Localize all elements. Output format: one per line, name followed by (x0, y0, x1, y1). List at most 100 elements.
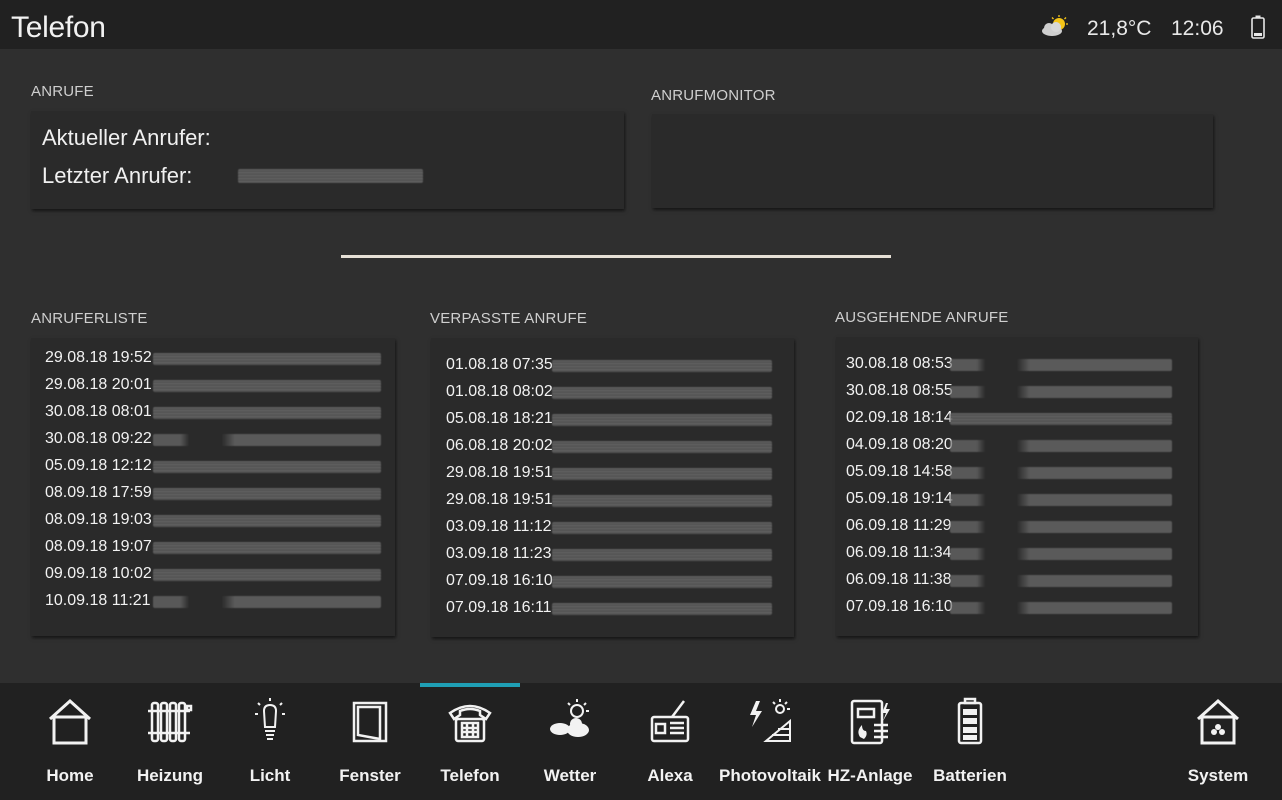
section-label-anruferliste: ANRUFERLISTE (31, 310, 148, 327)
light-bulb-icon (255, 698, 285, 740)
verpasste-anrufe-panel[interactable]: 01.08.18 07:35 01.08.18 08:02 05.08.18 18:… (431, 338, 794, 637)
call-datetime: 07.09.18 16:11 (446, 599, 552, 616)
list-item[interactable]: 07.09.18 16:10 (836, 598, 1198, 620)
caller-redacted (552, 360, 772, 372)
caller-redacted (950, 494, 1172, 506)
telephone-icon (448, 704, 492, 743)
battery-icon (1251, 15, 1265, 39)
list-item[interactable]: 05.09.18 12:12 (31, 457, 395, 479)
list-item[interactable]: 29.08.18 20:01 (31, 376, 395, 398)
list-item[interactable]: 30.08.18 08:53 (836, 355, 1198, 377)
caller-redacted (552, 576, 772, 588)
list-item[interactable]: 07.09.18 16:11 (431, 599, 794, 621)
call-datetime: 30.08.18 08:55 (846, 382, 953, 399)
list-item[interactable]: 30.08.18 09:22 (31, 430, 395, 452)
caller-redacted (950, 467, 1172, 479)
system-house-icon (1196, 698, 1240, 745)
battery-icon (957, 697, 983, 745)
caller-redacted (950, 413, 1172, 425)
list-item[interactable]: 30.08.18 08:55 (836, 382, 1198, 404)
call-datetime: 04.09.18 08:20 (846, 436, 953, 453)
call-datetime: 29.08.18 19:51 (446, 491, 553, 508)
divider (341, 255, 891, 258)
list-item[interactable]: 08.09.18 19:07 (31, 538, 395, 560)
call-datetime: 08.09.18 17:59 (45, 484, 152, 501)
list-item[interactable]: 01.08.18 07:35 (431, 356, 794, 378)
section-label-verpasste: VERPASSTE ANRUFE (430, 310, 588, 327)
list-item[interactable]: 01.08.18 08:02 (431, 383, 794, 405)
call-datetime: 08.09.18 19:07 (45, 538, 152, 555)
caller-redacted (153, 434, 381, 446)
list-item[interactable]: 06.09.18 11:34 (836, 544, 1198, 566)
call-datetime: 29.08.18 19:51 (446, 464, 553, 481)
caller-redacted (950, 602, 1172, 614)
anruferliste-panel[interactable]: 29.08.18 19:52 29.08.18 20:01 30.08.18 08:… (31, 338, 395, 636)
list-item[interactable]: 29.08.18 19:51 (431, 491, 794, 513)
call-datetime: 05.09.18 19:14 (846, 490, 953, 507)
list-item[interactable]: 10.09.18 11:21 (31, 592, 395, 614)
caller-redacted (153, 515, 381, 527)
call-datetime: 06.09.18 11:38 (846, 571, 952, 588)
call-datetime: 29.08.18 19:52 (45, 349, 152, 366)
list-item[interactable]: 29.08.18 19:52 (31, 349, 395, 371)
call-datetime: 08.09.18 19:03 (45, 511, 152, 528)
anrufe-panel: Aktueller Anrufer: Letzter Anrufer: (31, 111, 624, 209)
clock: 12:06 (1171, 17, 1224, 40)
caller-redacted (950, 386, 1172, 398)
call-datetime: 30.08.18 09:22 (45, 430, 152, 447)
list-item[interactable]: 30.08.18 08:01 (31, 403, 395, 425)
list-item[interactable]: 04.09.18 08:20 (836, 436, 1198, 458)
list-item[interactable]: 03.09.18 11:23 (431, 545, 794, 567)
caller-redacted (950, 575, 1172, 587)
list-item[interactable]: 06.09.18 11:38 (836, 571, 1198, 593)
list-item[interactable]: 03.09.18 11:12 (431, 518, 794, 540)
list-item[interactable]: 06.09.18 11:29 (836, 517, 1198, 539)
bottom-navigation: Home Heizung Licht Fenster Telefon Wette… (0, 683, 1282, 800)
last-caller-label: Letzter Anrufer: (42, 163, 193, 188)
call-datetime: 01.08.18 07:35 (446, 356, 553, 373)
nav-system[interactable]: System (1168, 683, 1268, 800)
call-datetime: 06.09.18 11:29 (846, 517, 952, 534)
call-datetime: 03.09.18 11:23 (446, 545, 552, 562)
caller-redacted (552, 549, 772, 561)
list-item[interactable]: 05.08.18 18:21 (431, 410, 794, 432)
caller-redacted (153, 488, 381, 500)
radio-icon (650, 700, 690, 743)
caller-redacted (153, 353, 381, 365)
caller-redacted (153, 596, 381, 608)
anrufmonitor-panel (652, 114, 1213, 208)
list-item[interactable]: 02.09.18 18:14 (836, 409, 1198, 431)
list-item[interactable]: 29.08.18 19:51 (431, 464, 794, 486)
section-label-ausgehende: AUSGEHENDE ANRUFE (835, 309, 1009, 326)
caller-redacted (552, 522, 772, 534)
call-datetime: 05.08.18 18:21 (446, 410, 553, 427)
weather-icon (550, 699, 589, 737)
list-item[interactable]: 05.09.18 14:58 (836, 463, 1198, 485)
ausgehende-anrufe-panel[interactable]: 30.08.18 08:53 30.08.18 08:55 02.09.18 18:… (836, 337, 1198, 636)
partly-cloudy-icon (1042, 15, 1068, 36)
section-label-anrufe: ANRUFE (31, 83, 94, 100)
nav-system-label: System (1187, 766, 1249, 785)
caller-redacted (950, 359, 1172, 371)
current-caller-label: Aktueller Anrufer: (42, 125, 211, 150)
list-item[interactable]: 06.08.18 20:02 (431, 437, 794, 459)
caller-redacted (950, 521, 1172, 533)
list-item[interactable]: 08.09.18 19:03 (31, 511, 395, 533)
list-item[interactable]: 07.09.18 16:10 (431, 572, 794, 594)
call-datetime: 09.09.18 10:02 (45, 565, 152, 582)
list-item[interactable]: 08.09.18 17:59 (31, 484, 395, 506)
section-label-anrufmonitor: ANRUFMONITOR (651, 87, 776, 104)
page-title: Telefon (11, 11, 106, 44)
caller-redacted (552, 387, 772, 399)
list-item[interactable]: 05.09.18 19:14 (836, 490, 1198, 512)
call-datetime: 30.08.18 08:53 (846, 355, 953, 372)
heating-system-icon (850, 699, 890, 745)
nav-batterien[interactable]: Batterien (920, 683, 1020, 800)
list-item[interactable]: 09.09.18 10:02 (31, 565, 395, 587)
call-datetime: 02.09.18 18:14 (846, 409, 953, 426)
solar-panel-icon (750, 699, 791, 742)
temperature-readout: 21,8°C (1087, 17, 1152, 40)
call-datetime: 06.09.18 11:34 (846, 544, 952, 561)
call-datetime: 10.09.18 11:21 (45, 592, 151, 609)
call-datetime: 29.08.18 20:01 (45, 376, 152, 393)
